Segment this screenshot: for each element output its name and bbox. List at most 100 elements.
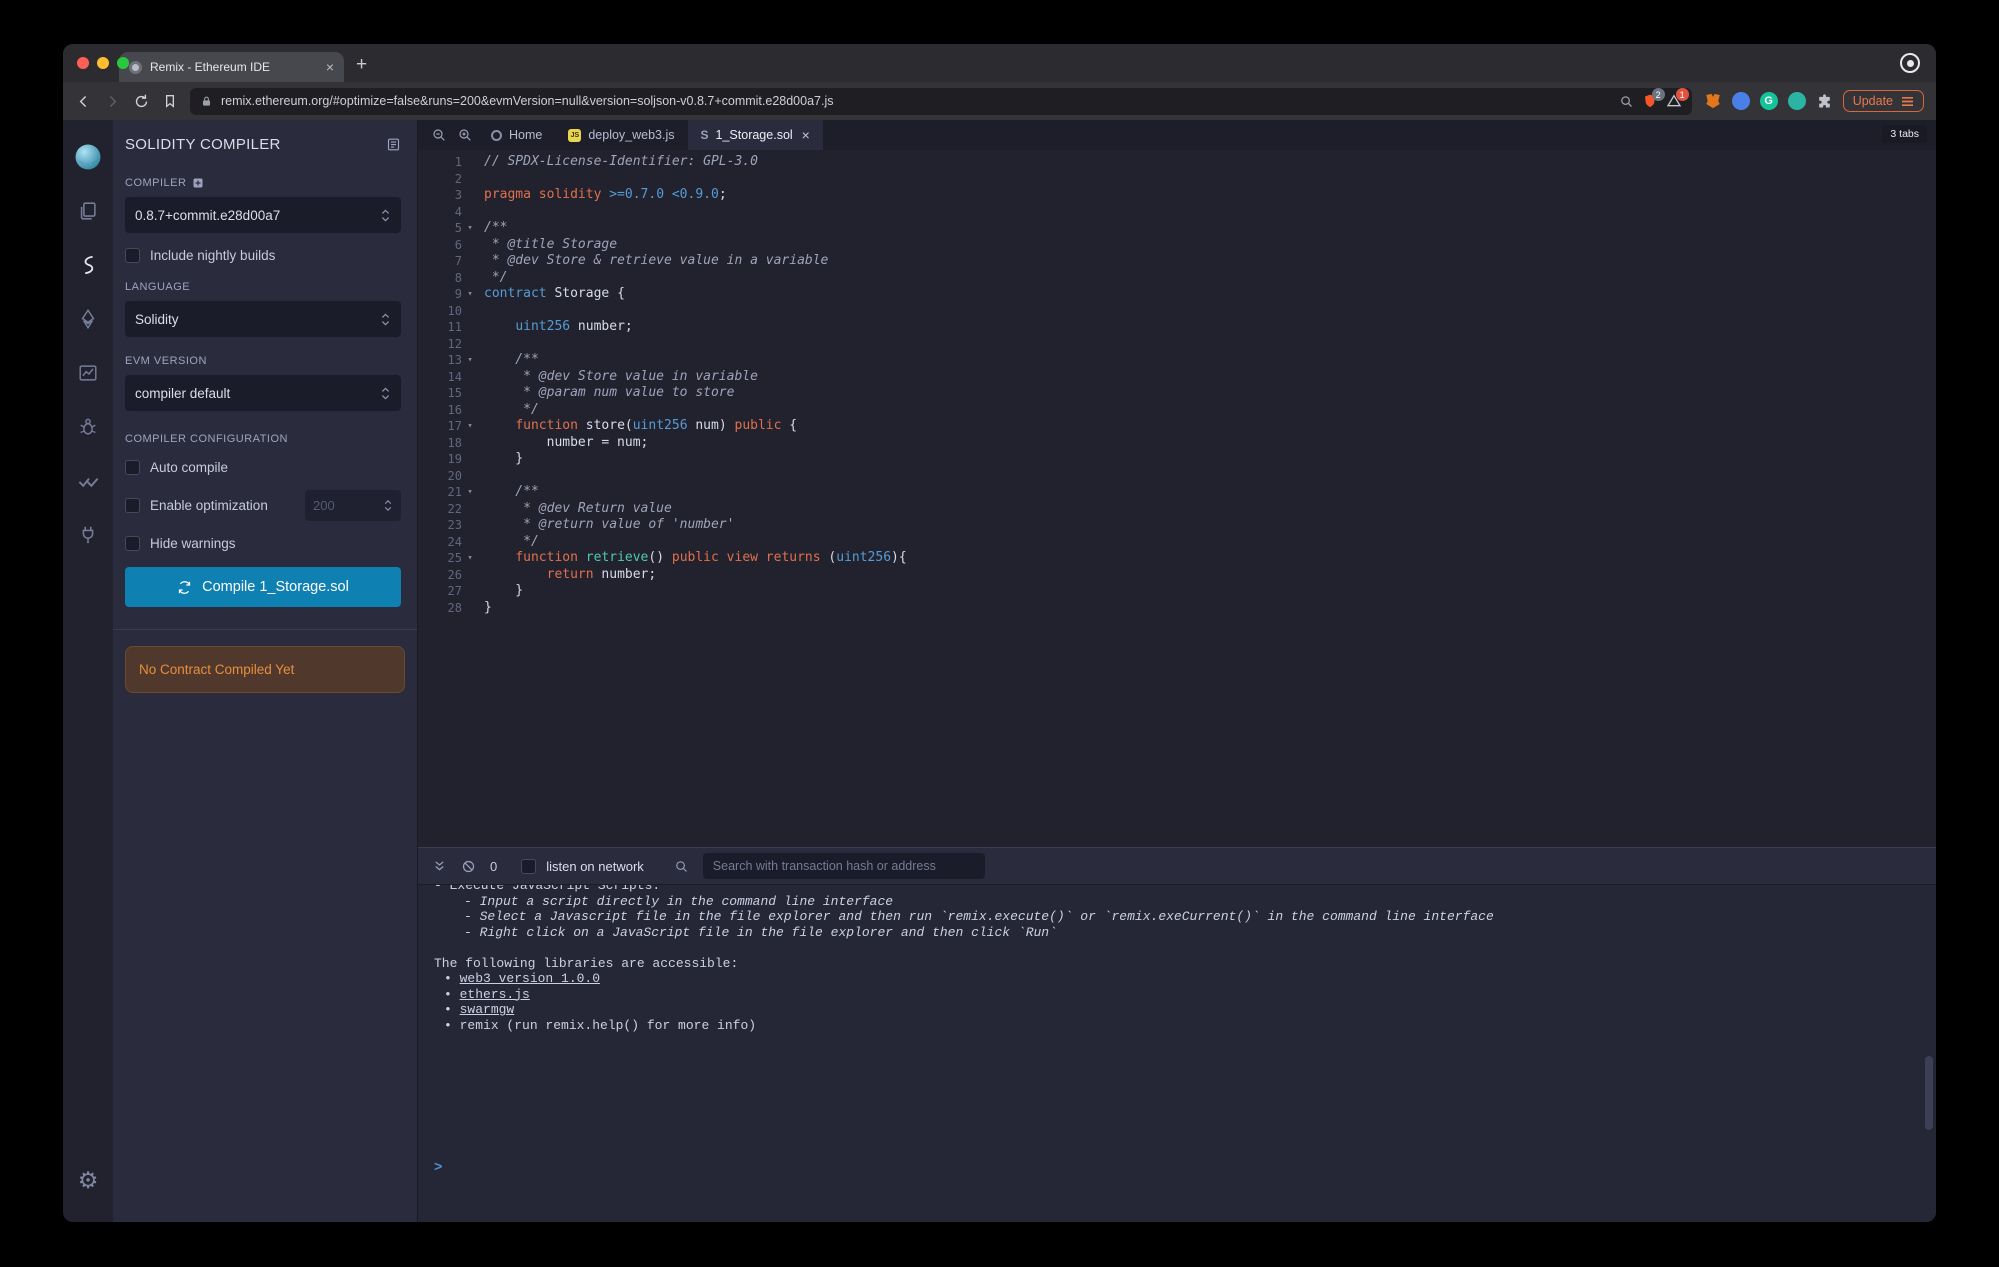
update-button[interactable]: Update [1843, 90, 1924, 112]
enable-optimization-checkbox[interactable] [125, 498, 140, 513]
auto-compile-checkbox[interactable] [125, 460, 140, 475]
update-label: Update [1853, 94, 1893, 108]
hide-warnings-checkbox[interactable] [125, 536, 140, 551]
zoom-in-icon[interactable] [457, 127, 473, 143]
code-editor[interactable]: 1// SPDX-License-Identifier: GPL-3.023pr… [418, 150, 1936, 847]
clear-console-icon[interactable] [461, 859, 476, 874]
code-line[interactable]: 22 * @dev Return value [418, 501, 1936, 518]
fold-arrow-icon[interactable]: ▾ [462, 484, 478, 501]
fold-arrow-icon[interactable]: ▾ [462, 550, 478, 567]
code-line[interactable]: 8 */ [418, 270, 1936, 287]
fold-arrow-icon[interactable]: ▾ [462, 286, 478, 303]
tab-close-icon[interactable]: × [802, 127, 810, 143]
extension-blue-icon[interactable] [1732, 92, 1750, 110]
terminal-scrollbar[interactable] [1925, 1056, 1933, 1130]
terminal-journal: - Execute JavaScript Scripts:- Input a s… [434, 885, 1936, 1033]
fold-arrow-icon[interactable]: ▾ [462, 418, 478, 435]
new-tab-button[interactable]: + [356, 54, 367, 76]
terminal-link-line[interactable]: • swarmgw [434, 1002, 1936, 1018]
optimization-runs-input[interactable]: 200 [305, 490, 401, 521]
file-explorer-icon[interactable] [63, 184, 113, 238]
extension-teal-icon[interactable] [1788, 92, 1806, 110]
code-line[interactable]: 21▾ /** [418, 484, 1936, 501]
browser-tab[interactable]: Remix - Ethereum IDE × [119, 52, 344, 82]
fold-arrow-icon[interactable]: ▾ [462, 220, 478, 237]
browser-profile-icon[interactable] [1900, 53, 1920, 73]
code-line[interactable]: 3pragma solidity >=0.7.0 <0.9.0; [418, 187, 1936, 204]
js-file-icon: JS [568, 129, 581, 142]
minimize-window-button[interactable] [97, 57, 109, 69]
deploy-run-icon[interactable] [63, 292, 113, 346]
url-bar[interactable]: remix.ethereum.org/#optimize=false&runs=… [190, 88, 1692, 115]
chevron-updown-icon [380, 207, 391, 224]
debugger-icon[interactable] [63, 400, 113, 454]
code-line[interactable]: 23 * @return value of 'number' [418, 517, 1936, 534]
code-line[interactable]: 4 [418, 204, 1936, 221]
terminal-expand-icon[interactable] [432, 859, 447, 874]
terminal-body[interactable]: - Execute JavaScript Scripts:- Input a s… [418, 885, 1936, 1222]
code-line[interactable]: 11 uint256 number; [418, 319, 1936, 336]
compile-button[interactable]: Compile 1_Storage.sol [125, 567, 401, 607]
code-line[interactable]: 7 * @dev Store & retrieve value in a var… [418, 253, 1936, 270]
code-line[interactable]: 26 return number; [418, 567, 1936, 584]
terminal-prompt[interactable]: > [434, 1161, 442, 1177]
code-line[interactable]: 18 number = num; [418, 435, 1936, 452]
browser-titlebar: Remix - Ethereum IDE × + [63, 44, 1936, 82]
brave-shield-icon[interactable]: 2 [1642, 93, 1658, 109]
plugin-manager-icon[interactable] [63, 508, 113, 562]
code-line[interactable]: 10 [418, 303, 1936, 320]
zoom-window-button[interactable] [117, 57, 129, 69]
solidity-compiler-icon[interactable] [63, 238, 113, 292]
add-compiler-icon[interactable] [192, 177, 204, 189]
zoom-out-icon[interactable] [431, 127, 447, 143]
tab-deploy-web3[interactable]: JS deploy_web3.js [555, 120, 687, 150]
code-line[interactable]: 1// SPDX-License-Identifier: GPL-3.0 [418, 154, 1936, 171]
code-line[interactable]: 28} [418, 600, 1936, 617]
close-window-button[interactable] [77, 57, 89, 69]
analytics-icon[interactable] [63, 346, 113, 400]
extensions-puzzle-icon[interactable] [1816, 93, 1833, 110]
code-line[interactable]: 6 * @title Storage [418, 237, 1936, 254]
tab-close-icon[interactable]: × [326, 60, 334, 74]
fold-arrow-icon[interactable]: ▾ [462, 352, 478, 369]
code-line[interactable]: 19 } [418, 451, 1936, 468]
back-icon[interactable] [75, 93, 92, 110]
reload-icon[interactable] [133, 93, 150, 110]
code-line[interactable]: 13▾ /** [418, 352, 1936, 369]
remix-logo[interactable] [63, 130, 113, 184]
code-line[interactable]: 20 [418, 468, 1936, 485]
code-line[interactable]: 17▾ function store(uint256 num) public { [418, 418, 1936, 435]
grammarly-icon[interactable]: G [1760, 92, 1778, 110]
metamask-icon[interactable] [1704, 92, 1722, 110]
tab-home[interactable]: Home [478, 120, 555, 150]
zoom-page-icon[interactable] [1619, 94, 1634, 109]
code-line[interactable]: 15 * @param num value to store [418, 385, 1936, 402]
publish-icon[interactable] [386, 137, 401, 152]
code-line[interactable]: 25▾ function retrieve() public view retu… [418, 550, 1936, 567]
code-line[interactable]: 14 * @dev Store value in variable [418, 369, 1936, 386]
terminal-line: - Execute JavaScript Scripts: [434, 885, 1936, 894]
settings-gear-icon[interactable]: ⚙ [63, 1154, 113, 1208]
code-line[interactable]: 9▾contract Storage { [418, 286, 1936, 303]
terminal-link-line[interactable]: • ethers.js [434, 987, 1936, 1003]
nightly-checkbox[interactable] [125, 248, 140, 263]
code-line[interactable]: 27 } [418, 583, 1936, 600]
brave-rewards-icon[interactable]: 1 [1666, 93, 1682, 109]
terminal-search-input[interactable] [703, 853, 985, 879]
code-line[interactable]: 12 [418, 336, 1936, 353]
listen-network-checkbox[interactable] [521, 859, 536, 874]
tab-storage-sol[interactable]: S 1_Storage.sol × [688, 120, 823, 150]
code-line[interactable]: 5▾/** [418, 220, 1936, 237]
forward-icon[interactable] [104, 93, 121, 110]
evm-version-select[interactable]: compiler default [125, 375, 401, 411]
bookmark-icon[interactable] [162, 93, 178, 109]
code-line[interactable]: 16 */ [418, 402, 1936, 419]
tab-deploy-web3-label: deploy_web3.js [588, 128, 674, 142]
static-analysis-icon[interactable] [63, 454, 113, 508]
code-line[interactable]: 24 */ [418, 534, 1936, 551]
terminal-link-line[interactable]: • web3 version 1.0.0 [434, 971, 1936, 987]
tabs-count-badge[interactable]: 3 tabs [1882, 125, 1927, 143]
language-select[interactable]: Solidity [125, 301, 401, 337]
code-line[interactable]: 2 [418, 171, 1936, 188]
compiler-select[interactable]: 0.8.7+commit.e28d00a7 [125, 197, 401, 233]
